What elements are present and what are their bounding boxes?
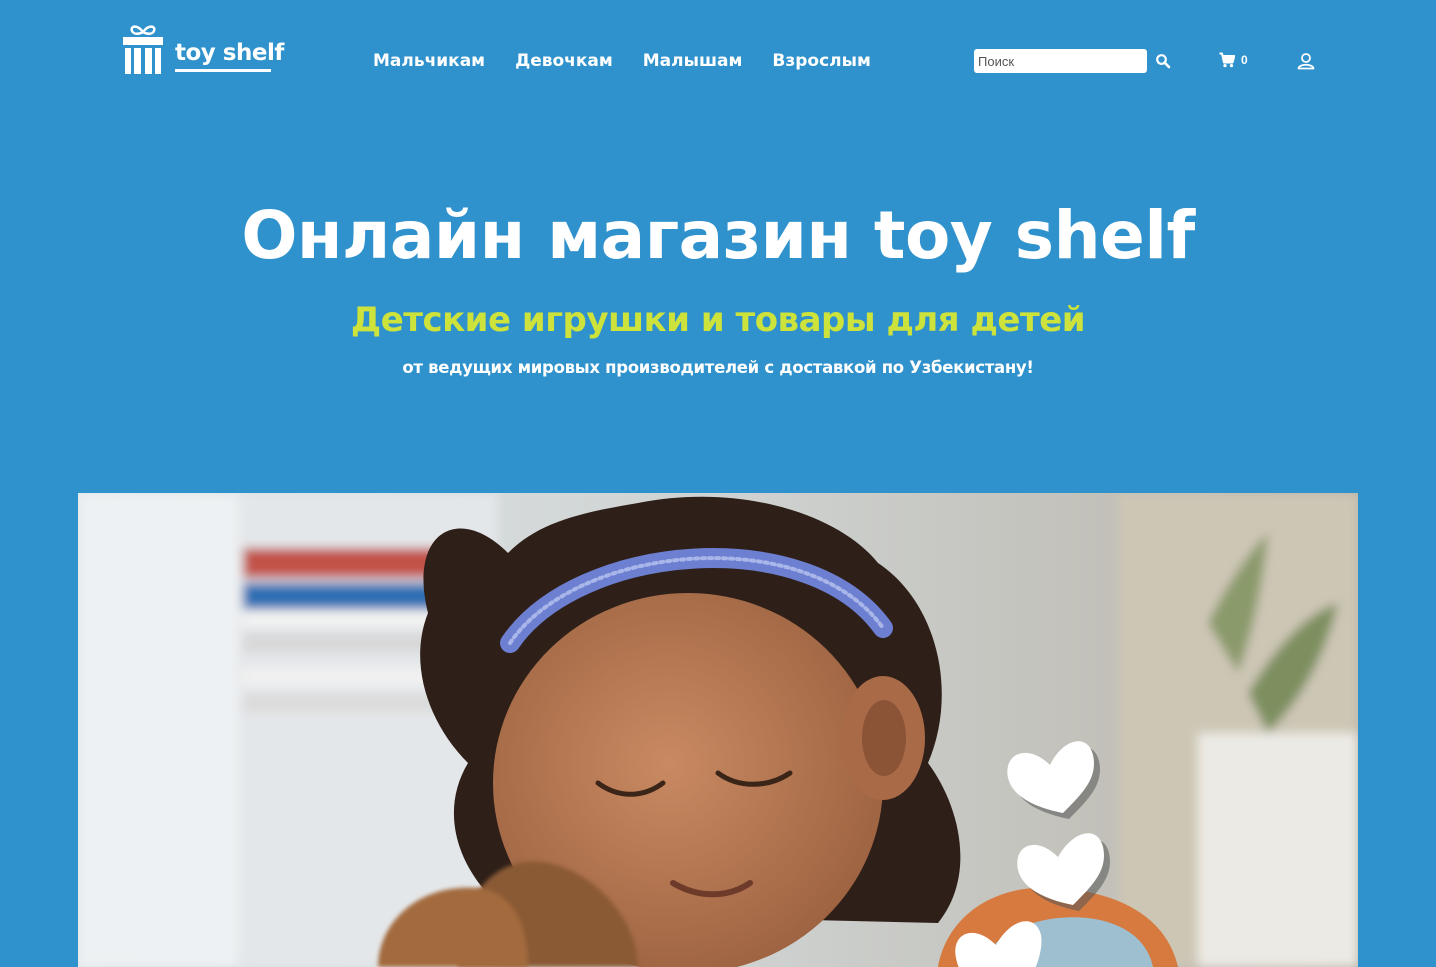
nav-item-boys[interactable]: Мальчикам — [373, 49, 485, 73]
search-icon[interactable] — [1155, 53, 1171, 69]
hero-photo — [78, 493, 1358, 967]
site-header: toy shelf Мальчикам Девочкам Малышам Взр… — [0, 0, 1436, 125]
nav-item-girls[interactable]: Девочкам — [515, 49, 613, 73]
hero-subtitle: Детские игрушки и товары для детей — [350, 300, 1086, 340]
hero-title: Онлайн магазин toy shelf — [241, 197, 1195, 274]
gift-box-icon — [123, 25, 163, 74]
nav-item-toddlers[interactable]: Малышам — [643, 49, 743, 73]
user-icon[interactable] — [1297, 52, 1315, 70]
cart-count: 0 — [1241, 53, 1248, 67]
logo-wordmark: toy shelf — [175, 40, 284, 72]
search-input[interactable] — [974, 49, 1147, 73]
main-nav: Мальчикам Девочкам Малышам Взрослым — [373, 49, 901, 73]
brand-name: toy shelf — [175, 40, 284, 66]
hero-text: от ведущих мировых производителей с дост… — [402, 358, 1034, 377]
logo-link[interactable]: toy shelf — [122, 24, 284, 74]
logo-underline — [175, 69, 271, 72]
cart-icon — [1219, 52, 1235, 68]
hero-photo-illustration — [78, 493, 1358, 967]
cart-button[interactable]: 0 — [1219, 52, 1248, 68]
nav-item-adults[interactable]: Взрослым — [772, 49, 870, 73]
